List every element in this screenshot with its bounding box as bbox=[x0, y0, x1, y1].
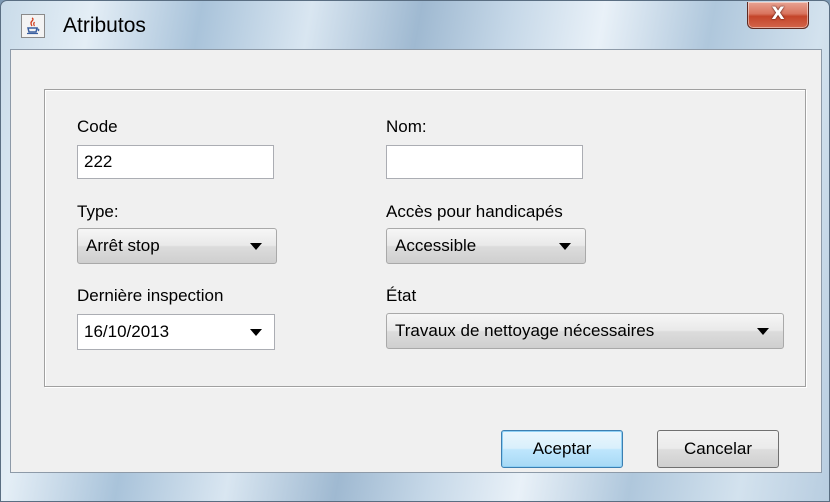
cancel-button[interactable]: Cancelar bbox=[657, 430, 779, 468]
java-cup-icon bbox=[21, 14, 45, 38]
nom-field[interactable] bbox=[386, 145, 583, 179]
accept-button[interactable]: Aceptar bbox=[501, 430, 623, 468]
dialog-content: Code Type: Arrêt stop Dernière inspectio… bbox=[10, 49, 822, 473]
etat-selected-value: Travaux de nettoyage nécessaires bbox=[395, 321, 655, 340]
close-icon: X bbox=[771, 4, 785, 24]
acces-dropdown[interactable]: Accessible bbox=[386, 228, 586, 264]
close-button[interactable]: X bbox=[747, 2, 809, 29]
attributes-panel: Code Type: Arrêt stop Dernière inspectio… bbox=[44, 89, 806, 387]
chevron-down-icon bbox=[559, 243, 571, 250]
acces-label: Accès pour handicapés bbox=[386, 202, 563, 221]
acces-selected-value: Accessible bbox=[395, 236, 477, 255]
etat-dropdown[interactable]: Travaux de nettoyage nécessaires bbox=[386, 313, 784, 349]
etat-label: État bbox=[386, 286, 417, 305]
inspection-selected-value: 16/10/2013 bbox=[84, 322, 170, 341]
code-label: Code bbox=[77, 117, 118, 136]
type-dropdown[interactable]: Arrêt stop bbox=[77, 228, 277, 264]
chevron-down-icon bbox=[250, 329, 262, 336]
type-label: Type: bbox=[77, 202, 119, 221]
dialog-window: Atributos X Code Type: Arrêt stop Derniè… bbox=[0, 0, 830, 502]
inspection-date-picker[interactable]: 16/10/2013 bbox=[77, 314, 275, 350]
chevron-down-icon bbox=[250, 243, 262, 250]
title-bar[interactable]: Atributos X bbox=[1, 1, 830, 49]
code-field[interactable] bbox=[77, 145, 274, 179]
nom-label: Nom: bbox=[386, 117, 427, 136]
type-selected-value: Arrêt stop bbox=[86, 236, 160, 255]
inspection-label: Dernière inspection bbox=[77, 286, 224, 305]
window-bottom-edge bbox=[1, 473, 830, 502]
window-title: Atributos bbox=[63, 14, 146, 37]
chevron-down-icon bbox=[757, 328, 769, 335]
